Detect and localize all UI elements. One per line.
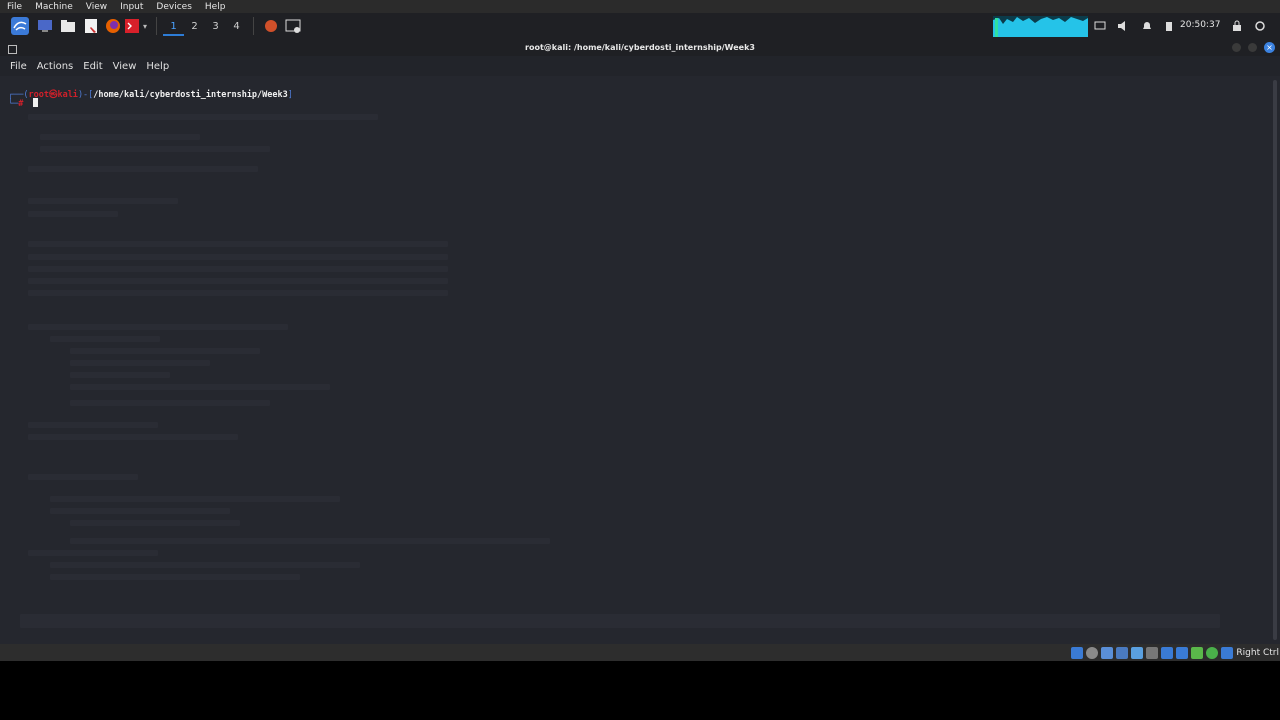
term-menu-actions[interactable]: Actions — [37, 61, 74, 72]
term-menu-view[interactable]: View — [113, 61, 137, 72]
ghost-line — [70, 384, 330, 390]
prompt-line: ┌──(root㉿kali)-[/home/kali/cyberdosti_in… — [8, 90, 293, 100]
ghost-line — [28, 266, 448, 272]
terminal-icon[interactable] — [124, 16, 140, 36]
term-menu-file[interactable]: File — [10, 61, 27, 72]
ghost-line — [28, 198, 178, 204]
vbox-menu-help[interactable]: Help — [198, 2, 232, 12]
audio-icon[interactable] — [1101, 646, 1114, 659]
task-firefox-icon[interactable] — [260, 16, 282, 36]
display-icon[interactable] — [1161, 646, 1174, 659]
firefox-icon[interactable] — [102, 16, 124, 36]
maximize-button[interactable] — [1248, 43, 1257, 52]
display-icon[interactable] — [1093, 16, 1107, 36]
workspace-1[interactable]: 1 — [163, 16, 184, 36]
ghost-line — [28, 550, 158, 556]
window-title-bar[interactable]: root@kali: /home/kali/cyberdosti_interns… — [0, 39, 1280, 56]
ghost-line — [40, 146, 270, 152]
terminal-cursor — [33, 98, 39, 107]
ghost-line — [50, 336, 160, 342]
minimize-button[interactable] — [1232, 43, 1241, 52]
vbox-menu-machine[interactable]: Machine — [28, 2, 79, 12]
keyboard-icon[interactable] — [1221, 646, 1234, 659]
recording-icon[interactable] — [1176, 646, 1189, 659]
ghost-line — [70, 538, 550, 544]
ghost-line — [28, 324, 288, 330]
ghost-line — [70, 520, 240, 526]
shared-folder-icon[interactable] — [1146, 646, 1159, 659]
dropdown-icon[interactable]: ▾ — [140, 16, 150, 36]
vbox-menu-file[interactable]: File — [0, 2, 28, 12]
vbox-menu-devices[interactable]: Devices — [149, 2, 197, 12]
terminal-menubar: File Actions Edit View Help — [0, 56, 1280, 76]
prompt-path: /home/kali/cyberdosti_internship/Week3 — [93, 90, 288, 100]
ghost-line — [28, 422, 158, 428]
cpu-icon[interactable] — [1191, 646, 1204, 659]
workspace-4[interactable]: 4 — [226, 16, 247, 36]
window-title: root@kali: /home/kali/cyberdosti_interns… — [525, 43, 755, 52]
file-manager-icon[interactable] — [56, 16, 80, 36]
hdd-icon[interactable] — [1071, 646, 1084, 659]
term-menu-edit[interactable]: Edit — [83, 61, 102, 72]
ghost-line — [40, 134, 200, 140]
optical-drive-icon[interactable] — [1086, 646, 1099, 659]
ghost-line — [28, 474, 138, 480]
mouse-integration-icon[interactable] — [1206, 646, 1219, 659]
vbox-statusbar: Right Ctrl — [0, 644, 1280, 661]
ghost-line — [50, 562, 360, 568]
top-panel: ▾ 1 2 3 4 20:50:37 — [0, 13, 1280, 39]
text-editor-icon[interactable] — [80, 16, 102, 36]
ghost-line — [28, 166, 258, 172]
lock-icon[interactable] — [1230, 16, 1244, 36]
ghost-line — [50, 574, 300, 580]
workspace-3[interactable]: 3 — [205, 16, 226, 36]
ghost-line — [70, 372, 170, 378]
ghost-line — [28, 254, 448, 260]
ghost-line — [28, 278, 448, 284]
ghost-line — [70, 348, 260, 354]
term-menu-help[interactable]: Help — [146, 61, 169, 72]
ghost-line — [28, 434, 238, 440]
panel-clock[interactable]: 20:50:37 — [1180, 20, 1220, 30]
vbox-menu-view[interactable]: View — [79, 2, 113, 12]
ghost-line — [20, 614, 1220, 628]
terminal-scrollbar[interactable] — [1273, 80, 1277, 640]
prompt-input-line: └─# — [8, 98, 39, 109]
panel-separator — [156, 17, 157, 35]
kali-menu-icon[interactable] — [6, 16, 34, 36]
host-key-label: Right Ctrl — [1236, 647, 1279, 658]
close-icon[interactable]: × — [1264, 42, 1275, 53]
terminal-area[interactable]: ┌──(root㉿kali)-[/home/kali/cyberdosti_in… — [0, 76, 1280, 644]
volume-icon[interactable] — [1116, 16, 1130, 36]
restart-icon[interactable] — [1253, 16, 1267, 36]
ghost-line — [28, 290, 448, 296]
cpu-graph — [993, 16, 1088, 37]
desktop-icon[interactable] — [34, 16, 56, 36]
network-icon[interactable] — [1116, 646, 1129, 659]
ghost-line — [70, 400, 270, 406]
ghost-line — [50, 496, 340, 502]
ghost-line — [28, 241, 448, 247]
usb-icon[interactable] — [1131, 646, 1144, 659]
task-terminal-icon[interactable] — [282, 16, 304, 36]
vbox-menu-input[interactable]: Input — [113, 2, 149, 12]
ghost-line — [50, 508, 230, 514]
vbox-menubar: File Machine View Input Devices Help — [0, 0, 1280, 13]
battery-icon[interactable] — [1162, 16, 1176, 36]
panel-separator — [253, 17, 254, 35]
ghost-line — [28, 114, 378, 120]
workspace-2[interactable]: 2 — [184, 16, 205, 36]
notification-bell-icon[interactable] — [1140, 16, 1154, 36]
window-menu-icon[interactable] — [8, 43, 17, 57]
ghost-line — [28, 211, 118, 217]
ghost-line — [70, 360, 210, 366]
